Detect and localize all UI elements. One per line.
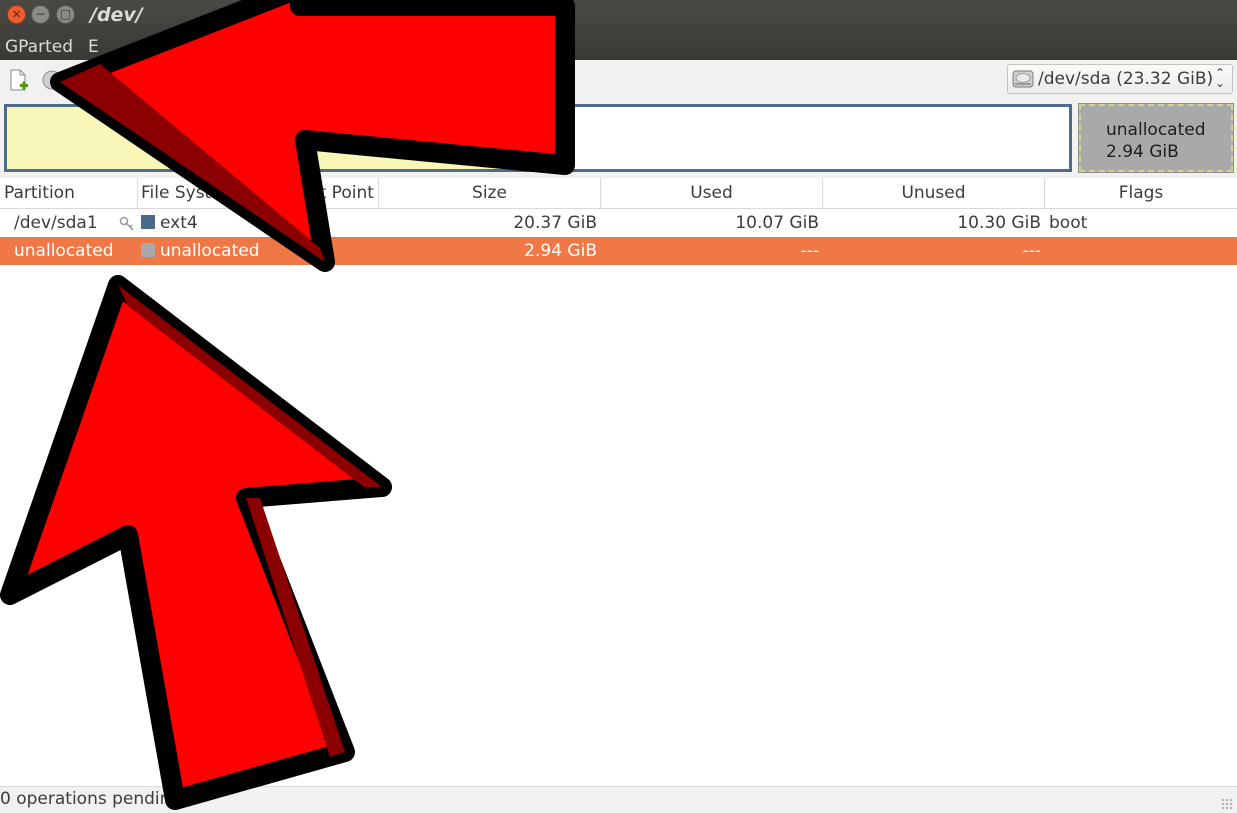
- red-arrow-lower-icon: [0, 275, 392, 810]
- table-row-sda1[interactable]: /dev/sda1 ext4 20.37 GiB 10.07 GiB 10.30…: [0, 209, 1237, 237]
- cell-unused: ---: [1022, 241, 1041, 261]
- dropdown-arrows-icon: ⌃ ⌄: [1214, 66, 1225, 90]
- filesystem-label: ext4: [160, 213, 198, 233]
- menu-gparted[interactable]: GParted: [5, 37, 73, 57]
- column-header-mountpoint[interactable]: Mount Point: [269, 178, 379, 208]
- cell-flags: boot: [1049, 213, 1088, 233]
- title-bar: × − □ /dev/ GParted E: [0, 0, 1237, 60]
- resize-grip-icon[interactable]: [1221, 798, 1233, 810]
- device-selector-label: /dev/sda (23.32 GiB): [1038, 69, 1214, 89]
- cell-partition: unallocated: [14, 241, 114, 261]
- status-text: 0 operations pending: [0, 789, 182, 809]
- filesystem-label: unallocated: [160, 241, 260, 261]
- disk-map-partition-sda1[interactable]: [4, 104, 1072, 172]
- disk-map-unallocated-label: unallocated: [1106, 120, 1206, 140]
- filesystem-color-swatch: [141, 215, 155, 229]
- column-header-partition[interactable]: Partition: [0, 178, 138, 208]
- key-icon: [119, 209, 137, 237]
- close-window-button[interactable]: ×: [7, 5, 26, 24]
- cell-size: 2.94 GiB: [524, 241, 597, 261]
- status-bar: 0 operations pending: [0, 786, 1237, 813]
- hard-disk-icon: [1012, 70, 1034, 88]
- disk-map-unallocated-size: 2.94 GiB: [1106, 142, 1179, 162]
- column-header-filesystem[interactable]: File System: [138, 178, 269, 208]
- cell-filesystem: ext4: [141, 209, 266, 237]
- column-header-used[interactable]: Used: [601, 178, 823, 208]
- table-row-unallocated[interactable]: unallocated unallocated 2.94 GiB --- ---: [0, 237, 1237, 265]
- partition-table-header: Partition File System Mount Point Size U…: [0, 178, 1237, 209]
- cell-size: 20.37 GiB: [513, 213, 597, 233]
- disk-map: unallocated 2.94 GiB: [0, 102, 1237, 178]
- column-header-unused[interactable]: Unused: [823, 178, 1045, 208]
- cell-used: 10.07 GiB: [735, 213, 819, 233]
- disk-map-used-space: [7, 107, 528, 169]
- disk-map-unallocated[interactable]: unallocated 2.94 GiB: [1078, 103, 1234, 173]
- cell-filesystem: unallocated: [141, 237, 266, 265]
- filesystem-color-swatch: [141, 243, 155, 257]
- menu-edit[interactable]: E: [88, 37, 99, 57]
- cell-unused: 10.30 GiB: [957, 213, 1041, 233]
- device-selector[interactable]: /dev/sda (23.32 GiB) ⌃ ⌄: [1007, 64, 1233, 94]
- cell-partition: /dev/sda1: [14, 213, 98, 233]
- minimize-window-button[interactable]: −: [31, 5, 50, 24]
- delete-partition-icon[interactable]: [40, 68, 64, 92]
- window-title: /dev/: [90, 4, 143, 26]
- column-header-flags[interactable]: Flags: [1045, 178, 1237, 208]
- cell-flags: [1049, 237, 1229, 265]
- maximize-window-button[interactable]: □: [56, 5, 75, 24]
- cell-used: ---: [800, 241, 819, 261]
- column-header-size[interactable]: Size: [379, 178, 601, 208]
- new-partition-icon[interactable]: [6, 68, 30, 92]
